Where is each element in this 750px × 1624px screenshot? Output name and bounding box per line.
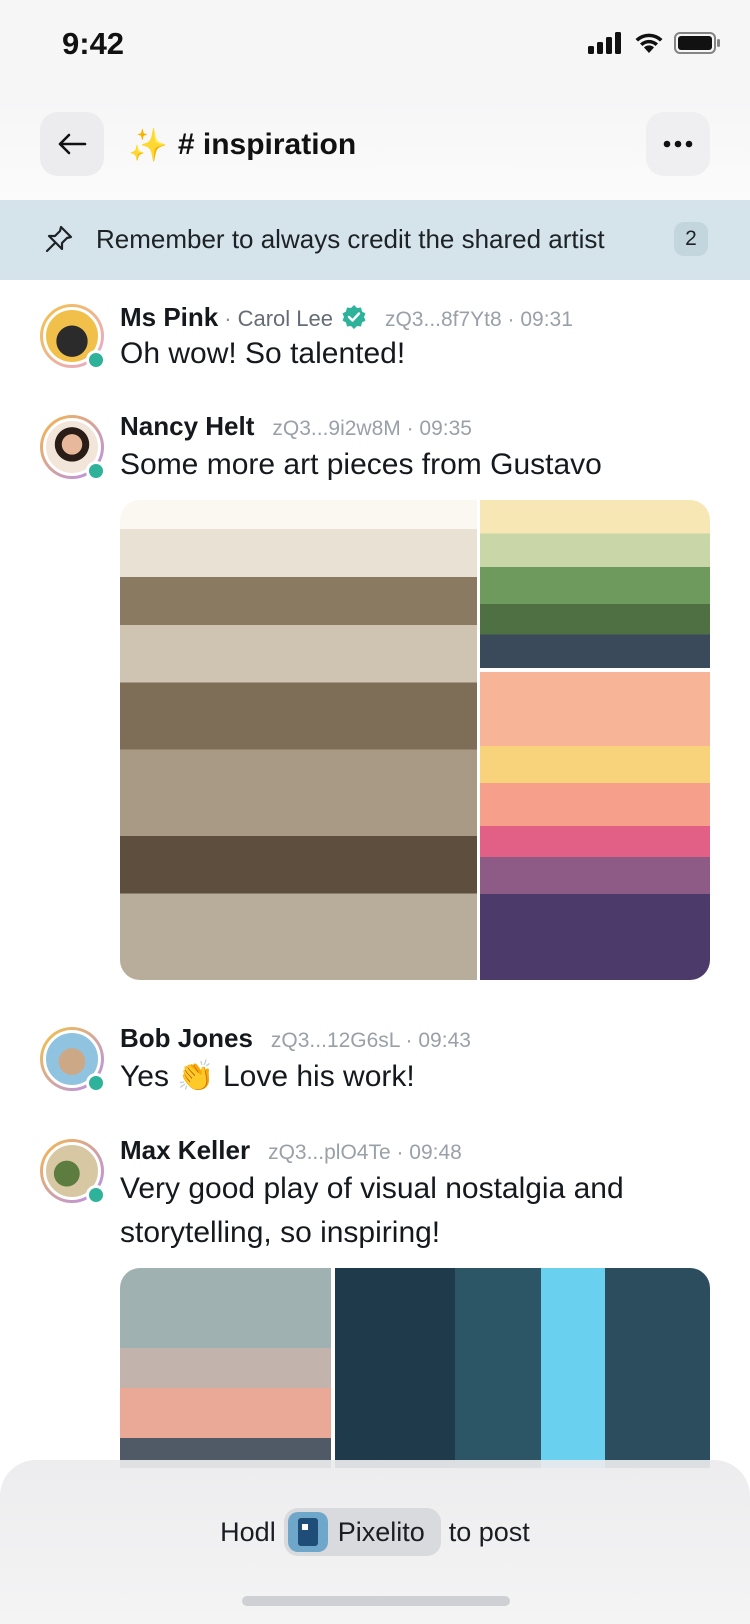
prompt-prefix: Hodl <box>220 1516 276 1547</box>
message-text: Some more art pieces from Gustavo <box>120 448 602 481</box>
status-bar: 9:42 <box>0 0 750 96</box>
sender-name[interactable]: Max Keller <box>120 1135 250 1166</box>
sender-handle-time: zQ3...12G6sL · 09:43 <box>270 1029 471 1052</box>
image-gallery <box>120 500 710 980</box>
pin-icon <box>45 225 73 253</box>
sender-name[interactable]: Ms Pink <box>120 302 218 333</box>
pinned-message-banner[interactable]: Remember to always credit the shared art… <box>0 200 750 280</box>
channel-header: ✨ # inspiration <box>0 96 750 200</box>
message-text: Yes 👏 Love his work! <box>120 1060 415 1093</box>
avatar[interactable] <box>40 1027 106 1093</box>
sender-handle-time: zQ3...8f7Yt8 · 09:31 <box>384 308 573 331</box>
pixelito-token-icon <box>287 1512 328 1552</box>
gallery-image[interactable] <box>120 500 477 980</box>
token-name: Pixelito <box>337 1516 425 1547</box>
message-header: Bob Jones zQ3...12G6sL · 09:43 <box>120 1023 471 1054</box>
arrow-left-icon <box>58 133 87 155</box>
message-text: Oh wow! So talented! <box>120 337 406 370</box>
sender-handle-time: zQ3...plO4Te · 09:48 <box>268 1141 462 1164</box>
image-gallery <box>120 1268 710 1468</box>
separator-dot: · <box>224 306 232 331</box>
gallery-image[interactable] <box>120 1268 331 1468</box>
channel-title: ✨ # inspiration <box>128 126 356 164</box>
more-horizontal-icon <box>663 140 693 148</box>
signal-icon <box>588 32 621 54</box>
sender-name[interactable]: Nancy Helt <box>120 411 254 442</box>
prompt-suffix: to post <box>448 1516 530 1547</box>
status-icons <box>588 32 720 54</box>
sparkles-icon: ✨ <box>128 127 168 163</box>
message-header: Max Keller zQ3...plO4Te · 09:48 <box>120 1135 462 1166</box>
more-options-button[interactable] <box>646 112 710 176</box>
battery-icon <box>674 32 720 54</box>
online-indicator <box>86 461 106 481</box>
gallery-image[interactable] <box>335 1268 710 1468</box>
avatar[interactable] <box>40 1139 106 1205</box>
message-header: Ms Pink · Carol Lee zQ3...8f7Yt8 · 09:31 <box>120 300 573 333</box>
status-time: 9:42 <box>62 26 125 61</box>
message-text-line: storytelling, so inspiring! <box>120 1216 441 1249</box>
token-chip[interactable]: Pixelito <box>283 1508 441 1556</box>
avatar[interactable] <box>40 415 106 481</box>
sender-name[interactable]: Bob Jones <box>120 1023 253 1054</box>
sender-handle-time: zQ3...9i2w8M · 09:35 <box>272 417 472 440</box>
avatar[interactable] <box>40 304 106 370</box>
gallery-image[interactable] <box>480 500 710 668</box>
sender-display-name: Carol Lee <box>237 306 333 331</box>
pinned-count-badge: 2 <box>674 222 708 256</box>
verified-badge-icon <box>342 305 366 329</box>
online-indicator <box>86 1185 106 1205</box>
message-header: Nancy Helt zQ3...9i2w8M · 09:35 <box>120 411 472 442</box>
channel-name: # inspiration <box>177 128 357 161</box>
pinned-text: Remember to always credit the shared art… <box>96 224 605 254</box>
online-indicator <box>86 1073 106 1093</box>
online-indicator <box>86 350 106 370</box>
token-gate-prompt: Hodl Pixelito to post <box>0 1508 750 1556</box>
back-button[interactable] <box>40 112 104 176</box>
message-text: Very good play of visual nostalgia and s… <box>120 1167 624 1255</box>
home-indicator[interactable] <box>242 1596 510 1606</box>
wifi-icon <box>635 33 663 53</box>
message-text-line: Very good play of visual nostalgia and <box>120 1172 624 1205</box>
gallery-image[interactable] <box>480 672 710 980</box>
